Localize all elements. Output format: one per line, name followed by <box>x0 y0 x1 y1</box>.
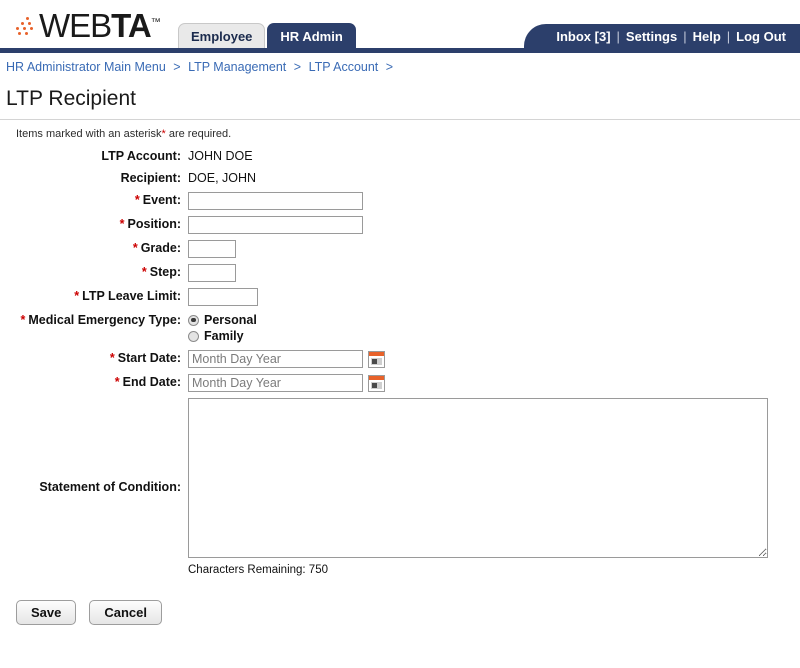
field-row-grade: * Grade: <box>0 240 800 258</box>
label-grade: * Grade: <box>0 240 188 256</box>
end-date-control <box>188 374 385 392</box>
required-note-text-before: Items marked with an asterisk <box>16 128 162 140</box>
breadcrumb-item-ltp-management[interactable]: LTP Management <box>188 60 286 74</box>
label-medical-emergency-type-text: Medical Emergency Type: <box>28 313 181 327</box>
field-row-end-date: * End Date: <box>0 374 800 392</box>
breadcrumb-separator: > <box>173 60 181 74</box>
breadcrumb: HR Administrator Main Menu > LTP Managem… <box>0 53 800 79</box>
field-row-recipient: Recipient: DOE, JOHN <box>0 170 800 186</box>
logo-wordmark: WEBTA™ <box>39 6 161 42</box>
field-row-start-date: * Start Date: <box>0 350 800 368</box>
cancel-button[interactable]: Cancel <box>89 600 163 625</box>
logo-trademark: ™ <box>150 17 161 28</box>
field-row-step: * Step: <box>0 264 800 282</box>
radio-personal-label: Personal <box>204 313 257 327</box>
step-input[interactable] <box>188 264 236 282</box>
nav-separator: | <box>726 28 731 44</box>
nav-separator: | <box>683 28 687 44</box>
top-navigation-bar: Inbox [3] | Settings | Help | Log Out <box>524 24 800 48</box>
label-start-date-text: Start Date: <box>117 351 181 365</box>
save-button[interactable]: Save <box>16 600 77 625</box>
required-fields-note: Items marked with an asterisk* are requi… <box>0 120 800 140</box>
label-recipient: Recipient: <box>120 171 181 185</box>
ltp-leave-limit-input[interactable] <box>188 288 258 306</box>
form-actions: Save Cancel <box>0 582 800 625</box>
breadcrumb-separator: > <box>293 60 302 74</box>
nav-inbox-link[interactable]: Inbox [3] <box>556 29 610 44</box>
label-position: * Position: <box>0 216 188 232</box>
required-asterisk: * <box>141 265 147 279</box>
page-title: LTP Recipient <box>6 87 136 110</box>
logo-text-bold: TA <box>111 7 152 44</box>
start-date-input[interactable] <box>188 350 363 368</box>
label-step: * Step: <box>0 264 188 280</box>
statement-of-condition-control: Characters Remaining: 750 <box>188 398 768 576</box>
grade-input[interactable] <box>188 240 236 258</box>
radio-option-family[interactable]: Family <box>188 328 257 344</box>
breadcrumb-item-hr-administrator-main-menu[interactable]: HR Administrator Main Menu <box>6 60 166 74</box>
radio-family-label: Family <box>204 329 244 343</box>
start-date-calendar-icon[interactable] <box>368 350 385 368</box>
main-tabs: Employee HR Admin <box>178 23 356 48</box>
label-end-date: * End Date: <box>0 374 188 390</box>
label-ltp-leave-limit-text: LTP Leave Limit: <box>82 289 181 303</box>
webta-logo: WEBTA™ <box>16 8 161 42</box>
tab-hr-admin[interactable]: HR Admin <box>267 23 356 48</box>
characters-remaining-label: Characters Remaining: 750 <box>188 564 328 576</box>
breadcrumb-trailing-separator: > <box>385 60 394 74</box>
end-date-calendar-icon[interactable] <box>368 374 385 392</box>
medical-emergency-type-radio-group: Personal Family <box>188 312 257 344</box>
field-row-position: * Position: <box>0 216 800 234</box>
field-row-event: * Event: <box>0 192 800 210</box>
ltp-recipient-form: LTP Account: JOHN DOE Recipient: DOE, JO… <box>0 148 800 576</box>
label-ltp-account: LTP Account: <box>101 149 181 163</box>
app-header: WEBTA™ Employee HR Admin Inbox [3] | Set… <box>0 0 800 48</box>
logo-text-light: WEB <box>39 7 112 44</box>
label-event: * Event: <box>0 192 188 208</box>
nav-separator: | <box>616 28 620 44</box>
value-recipient: DOE, JOHN <box>188 171 257 185</box>
label-grade-text: Grade: <box>140 241 181 255</box>
radio-option-personal[interactable]: Personal <box>188 312 257 328</box>
required-asterisk: * <box>114 375 120 389</box>
required-asterisk: * <box>134 193 140 207</box>
nav-help-link[interactable]: Help <box>693 29 721 44</box>
field-row-ltp-account: LTP Account: JOHN DOE <box>0 148 800 164</box>
nav-settings-link[interactable]: Settings <box>626 29 677 44</box>
label-end-date-text: End Date: <box>122 375 181 389</box>
tab-employee-label: Employee <box>191 29 253 44</box>
value-ltp-account: JOHN DOE <box>188 149 253 163</box>
label-start-date: * Start Date: <box>0 350 188 366</box>
label-step-text: Step: <box>149 265 181 279</box>
field-row-ltp-leave-limit: * LTP Leave Limit: <box>0 288 800 306</box>
radio-family-icon[interactable] <box>188 330 199 342</box>
field-row-medical-emergency-type: * Medical Emergency Type: Personal Family <box>0 312 800 344</box>
required-asterisk: * <box>132 241 138 255</box>
label-ltp-leave-limit: * LTP Leave Limit: <box>0 288 188 304</box>
label-event-text: Event: <box>142 193 181 207</box>
required-note-text-after: are required. <box>165 128 232 140</box>
label-position-text: Position: <box>127 217 181 231</box>
label-statement-of-condition: Statement of Condition: <box>39 480 181 494</box>
required-asterisk: * <box>109 351 115 365</box>
tab-employee[interactable]: Employee <box>178 23 266 48</box>
label-medical-emergency-type: * Medical Emergency Type: <box>0 312 188 328</box>
logo-dots-icon <box>16 16 38 38</box>
statement-of-condition-textarea[interactable] <box>188 398 768 558</box>
field-row-statement-of-condition: Statement of Condition: Characters Remai… <box>0 398 800 576</box>
start-date-control <box>188 350 385 368</box>
required-asterisk: * <box>74 289 80 303</box>
tab-hr-admin-label: HR Admin <box>280 29 343 44</box>
position-input[interactable] <box>188 216 363 234</box>
required-asterisk: * <box>119 217 125 231</box>
end-date-input[interactable] <box>188 374 363 392</box>
radio-personal-icon[interactable] <box>188 314 199 326</box>
breadcrumb-item-ltp-account[interactable]: LTP Account <box>309 60 379 74</box>
event-input[interactable] <box>188 192 363 210</box>
nav-logout-link[interactable]: Log Out <box>736 29 786 44</box>
